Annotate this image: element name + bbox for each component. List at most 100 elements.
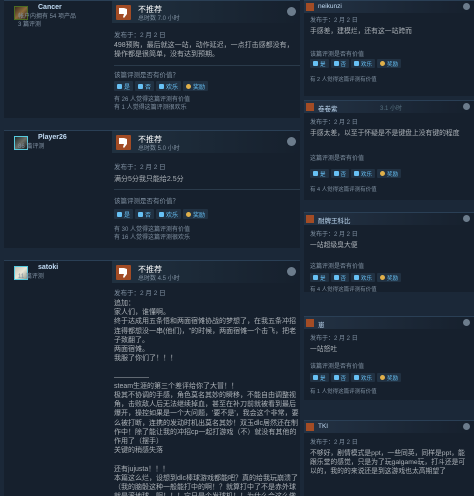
award-button[interactable]: 奖励: [377, 59, 402, 68]
review-header[interactable]: 崽: [304, 317, 474, 329]
thumbs-up-icon: [313, 375, 318, 380]
review-text: 追加： 家人们，谁懂啊。 终于达成用五条悟和两面宿傩协战的梦想了，在我五条冲招连…: [114, 300, 299, 496]
vote-row: 是 否 欢乐 奖励: [114, 81, 209, 91]
vote-yes-button[interactable]: 是: [114, 209, 134, 219]
review-text: 满分5分我只能给2.5分: [114, 176, 184, 183]
helpful-stats: 有 2 人觉得这篇评测有价值: [310, 77, 377, 83]
vote-yes-button[interactable]: 是: [310, 169, 329, 178]
vote-yes-button[interactable]: 是: [310, 373, 329, 382]
author-meta: 11 篇评测: [18, 274, 44, 280]
helpful-question: 该篇评测是否有价值: [310, 52, 365, 58]
divider: [114, 65, 300, 66]
helpful-stats: 有 4 人觉得这篇评测有价值: [310, 287, 377, 293]
review-text: 手感差，建模烂，还有这一站跨而: [310, 28, 412, 35]
review-header[interactable]: TKI: [304, 421, 474, 433]
posted-date: 发布于：2 月 2 日: [114, 290, 166, 297]
verdict-header[interactable]: 不推荐 总时数 5.0 小时: [112, 131, 302, 153]
award-icon: [380, 275, 386, 280]
vote-no-button[interactable]: 否: [330, 169, 350, 178]
steam-icon: [463, 319, 470, 326]
vote-no-button[interactable]: 否: [135, 209, 155, 219]
vote-funny-button[interactable]: 欢乐: [351, 273, 376, 282]
review-text: 一站超级臭大便: [310, 242, 358, 249]
vote-yes-button[interactable]: 是: [114, 81, 134, 91]
vote-no-button[interactable]: 否: [135, 81, 155, 91]
verdict-header[interactable]: 不推荐 总时数 7.0 小时: [112, 1, 302, 23]
award-button[interactable]: 奖励: [377, 169, 402, 178]
award-button[interactable]: 奖励: [183, 81, 209, 91]
thumbs-down-icon: [116, 265, 131, 280]
reviews-column: Cancer 帐户内拥有 54 项产品 3 篇评测 不推荐 总时数 7.0 小时…: [0, 0, 302, 496]
author-name[interactable]: satoki: [38, 264, 58, 271]
vote-funny-button[interactable]: 欢乐: [156, 81, 182, 91]
thumbs-down-icon: [116, 135, 131, 150]
helpful-question: 该篇评测是否有价值？: [114, 198, 179, 205]
thumbs-down-icon: [333, 171, 339, 176]
smile-icon: [354, 275, 360, 280]
vote-yes-button[interactable]: 是: [310, 273, 329, 282]
review-card-compact: 耐牌王科比 发布于：2 月 2 日 一站超级臭大便 这篇评测是否有价值 是 否 …: [304, 212, 474, 293]
comments-column: neikunzi 发布于：2 月 2 日 手感差，建模烂，还有这一站跨而 该篇评…: [304, 0, 474, 496]
review-header[interactable]: 耐牌王科比: [304, 213, 474, 225]
helpful-question: 这篇评测是否有价值: [310, 264, 365, 270]
review-card-compact: 崽 发布于：2 月 2 日 一站怒吐 该篇评测是否有价值 是 否 欢乐 奖励 有…: [304, 316, 474, 400]
vote-funny-button[interactable]: 欢乐: [351, 373, 376, 382]
review-card-compact: neikunzi 发布于：2 月 2 日 手感差，建模烂，还有这一站跨而 该篇评…: [304, 0, 474, 96]
thumbs-down-icon: [306, 3, 314, 11]
posted-date: 发布于：2 月 2 日: [114, 164, 166, 171]
author-name[interactable]: 耐牌王科比: [318, 215, 351, 225]
vote-funny-button[interactable]: 欢乐: [156, 209, 182, 219]
vote-row: 是 否 欢乐 奖励: [310, 273, 402, 282]
thumbs-up-icon: [313, 61, 318, 66]
review-text: 一站怒吐: [310, 346, 338, 353]
vote-yes-button[interactable]: 是: [310, 59, 329, 68]
author-name[interactable]: Player26: [38, 134, 67, 141]
helpful-question: 该篇评测是否有价值？: [114, 72, 179, 79]
posted-date: 发布于：2 月 2 日: [310, 336, 358, 342]
author-name[interactable]: TKI: [318, 423, 328, 430]
review-text: 498预购，最后就这一站，动作延迟，一点打击感都没有，操作都是很简单，没有达到预…: [114, 42, 294, 59]
steam-icon: [463, 3, 470, 10]
award-icon: [380, 375, 386, 380]
award-button[interactable]: 奖励: [377, 373, 402, 382]
vote-row: 是 否 欢乐 奖励: [310, 59, 402, 68]
vote-row: 是 否 欢乐 奖励: [310, 373, 402, 382]
author-meta: 86 篇评测: [18, 144, 45, 150]
thumbs-down-icon: [306, 103, 314, 111]
posted-date: 发布于：2 月 2 日: [310, 120, 358, 126]
review-card: satoki 11 篇评测 不推荐 总时数 4.5 小时 发布于：2 月 2 日…: [4, 260, 302, 496]
smile-icon: [354, 171, 360, 176]
helpful-question: 该篇评测是否有价值: [310, 364, 365, 370]
smile-icon: [354, 375, 360, 380]
steam-icon: [287, 267, 296, 276]
vote-no-button[interactable]: 否: [330, 273, 350, 282]
thumbs-down-icon: [116, 5, 131, 20]
author-name[interactable]: neikunzi: [318, 3, 342, 10]
review-header[interactable]: 卷卷紫 3.1 小时: [304, 101, 474, 113]
award-icon: [186, 211, 192, 217]
vote-funny-button[interactable]: 欢乐: [351, 169, 376, 178]
divider: [114, 189, 300, 190]
verdict-header[interactable]: 不推荐 总时数 4.5 小时: [112, 261, 302, 283]
thumbs-up-icon: [117, 211, 122, 217]
author-name[interactable]: Cancer: [38, 4, 62, 11]
review-card-compact: 卷卷紫 3.1 小时 发布于：2 月 2 日 手感太差，以至于怀疑是不是键盘上没…: [304, 100, 474, 200]
thumbs-up-icon: [313, 275, 318, 280]
award-button[interactable]: 奖励: [377, 273, 402, 282]
steam-icon: [287, 7, 296, 16]
thumbs-down-icon: [333, 275, 339, 280]
review-text: 不够好，剧情模式是ppt，一些同英，同样是ppt，能跟乐堂的感觉，只是为了玩ga…: [310, 450, 466, 475]
author-name[interactable]: 卷卷紫: [318, 103, 338, 113]
vote-funny-button[interactable]: 欢乐: [351, 59, 376, 68]
author-name[interactable]: 崽: [318, 319, 325, 329]
vote-no-button[interactable]: 否: [330, 373, 350, 382]
posted-date: 发布于：2 月 2 日: [310, 232, 358, 238]
award-button[interactable]: 奖励: [183, 209, 209, 219]
steam-icon: [463, 215, 470, 222]
posted-date: 发布于：2 月 2 日: [310, 440, 358, 446]
review-header[interactable]: neikunzi: [304, 1, 474, 13]
vote-no-button[interactable]: 否: [330, 59, 350, 68]
thumbs-down-icon: [333, 61, 339, 66]
posted-date: 发布于：2 月 2 日: [114, 32, 166, 39]
playtime: 总时数 5.0 小时: [138, 146, 180, 152]
